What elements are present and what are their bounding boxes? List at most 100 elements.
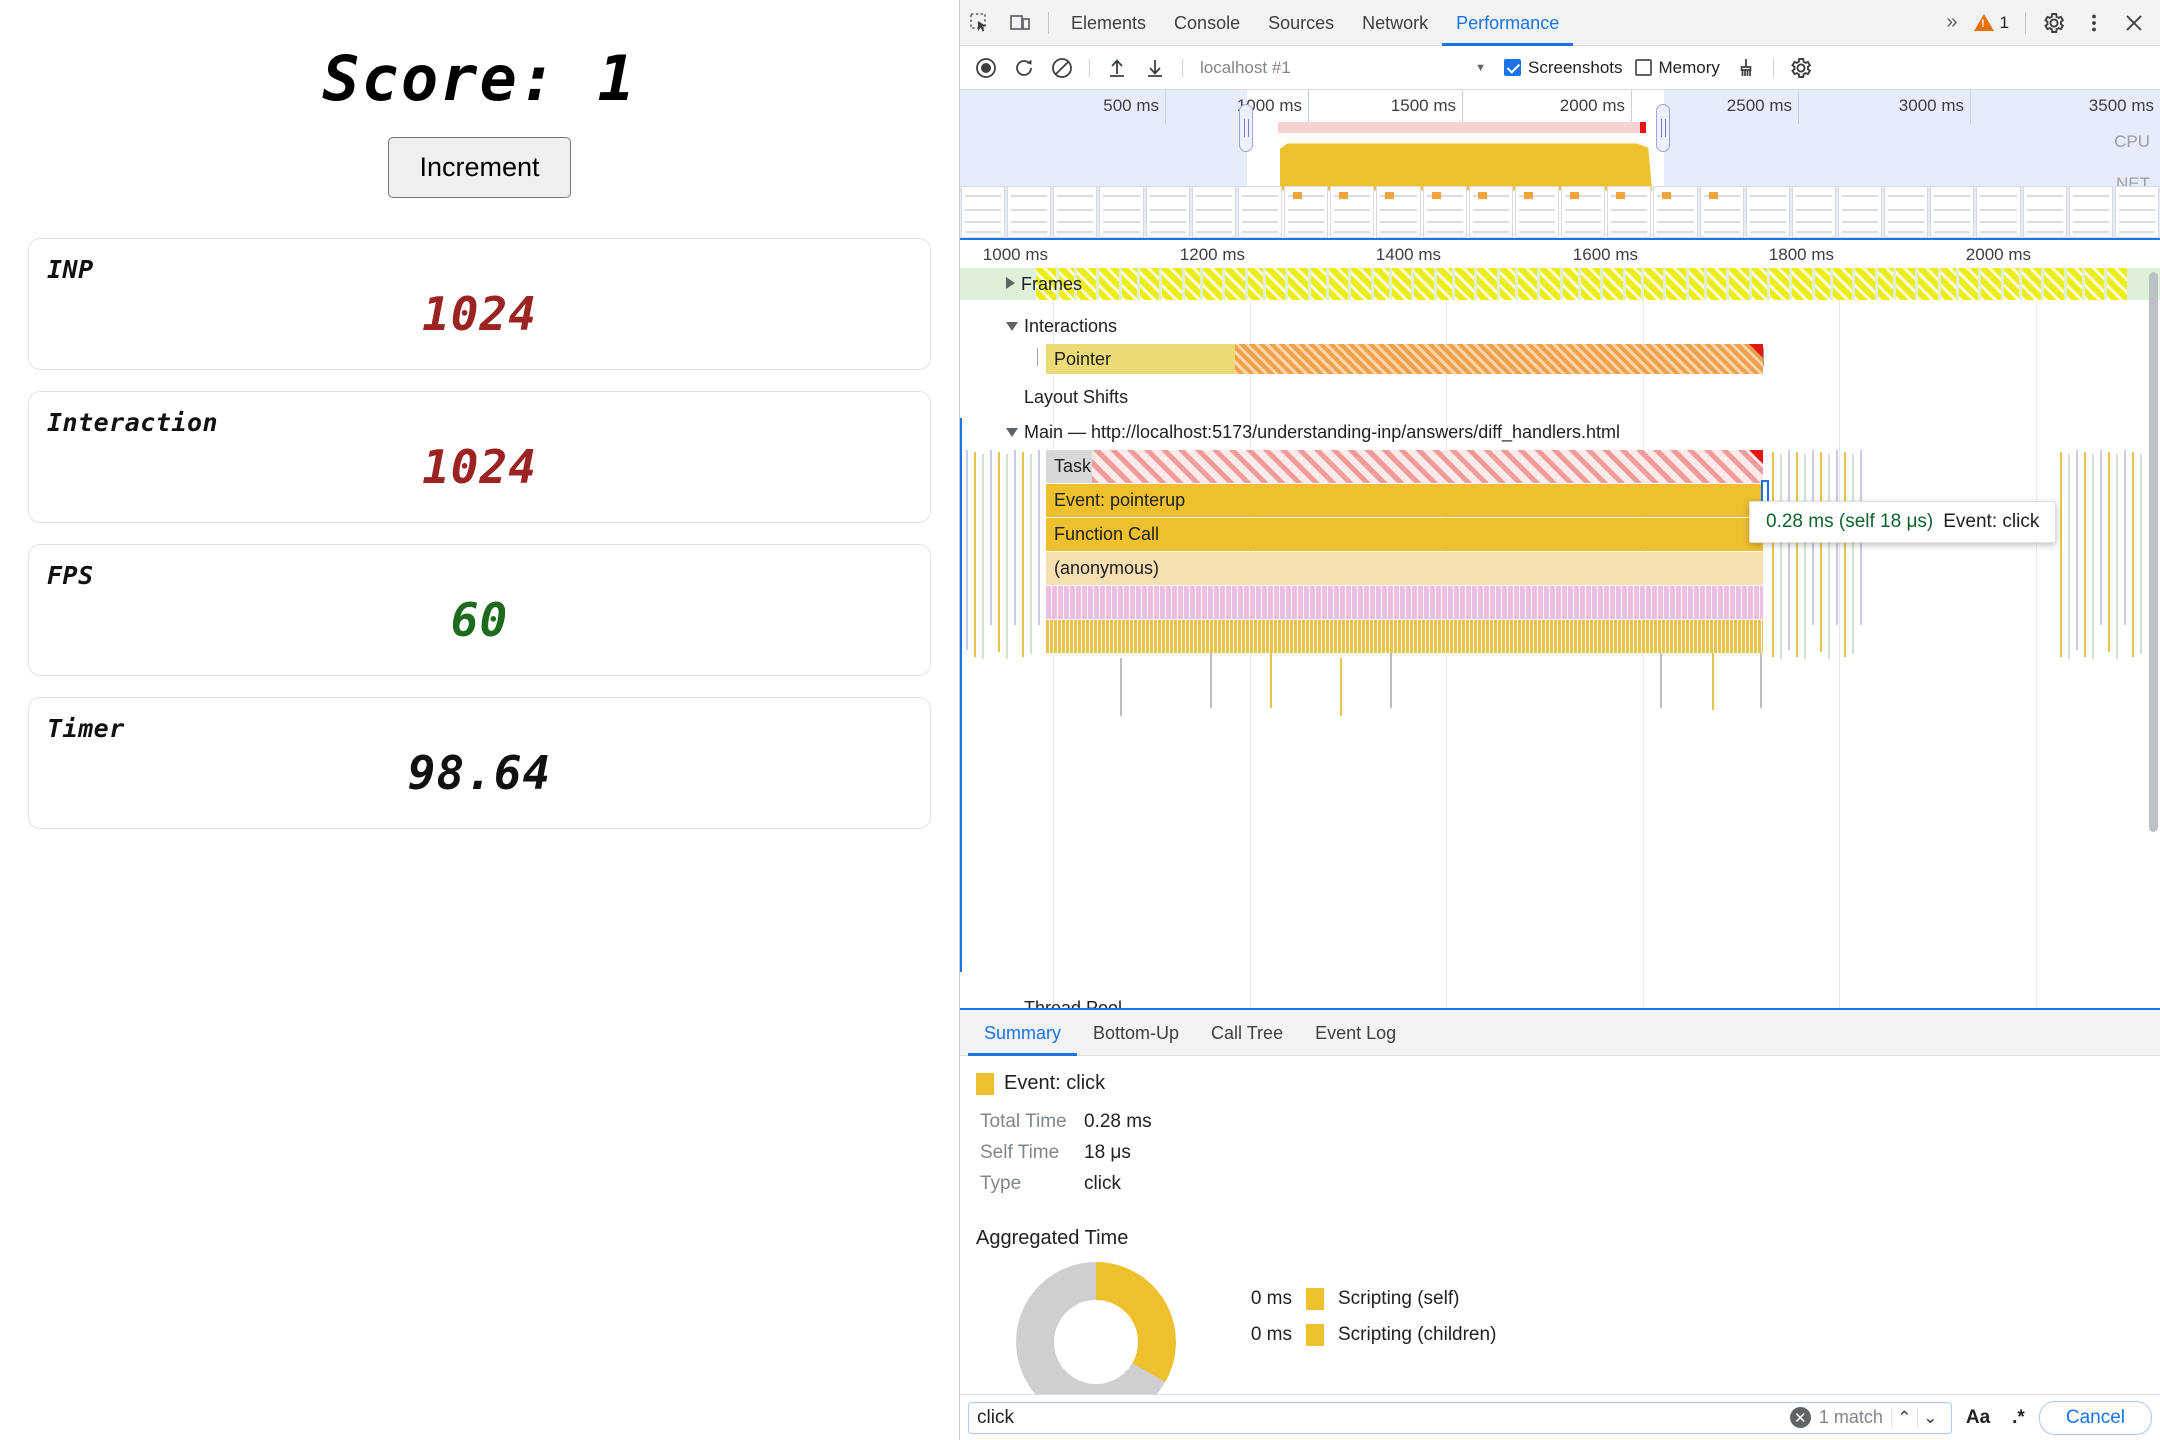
- frame-cell[interactable]: [2044, 268, 2064, 300]
- record-circle-icon[interactable]: [968, 52, 1004, 84]
- frame-cell[interactable]: [1959, 268, 1978, 300]
- tab-performance[interactable]: Performance: [1442, 0, 1573, 46]
- frame-cell[interactable]: [1351, 268, 1371, 300]
- overview-range-handle-right[interactable]: [1656, 104, 1670, 152]
- match-case-toggle[interactable]: Aa: [1958, 1407, 1998, 1429]
- frame-cell[interactable]: [1455, 268, 1474, 300]
- flame-bar-function-call[interactable]: Function Call: [1046, 518, 1763, 551]
- cancel-search-button[interactable]: Cancel: [2038, 1400, 2152, 1435]
- filmstrip-thumbnail[interactable]: [1284, 186, 1329, 238]
- frame-cell[interactable]: [1122, 268, 1137, 300]
- frame-cell[interactable]: [1162, 268, 1182, 300]
- track-title-frames[interactable]: Frames: [1006, 274, 1082, 295]
- frame-cell[interactable]: [1329, 268, 1348, 300]
- interaction-pointer-hatch[interactable]: [1235, 344, 1763, 374]
- filmstrip-thumbnail[interactable]: [1330, 186, 1375, 238]
- filmstrip-thumbnail[interactable]: [1099, 186, 1144, 238]
- reload-record-icon[interactable]: [1006, 52, 1042, 84]
- filmstrip-thumbnail[interactable]: [1837, 186, 1883, 238]
- filmstrip-thumbnail[interactable]: [2114, 186, 2160, 238]
- filmstrip-thumbnail[interactable]: [1145, 186, 1190, 238]
- frame-cell[interactable]: [1581, 268, 1600, 300]
- chevron-double-right-icon[interactable]: »: [1938, 11, 1965, 34]
- frame-cell[interactable]: [1374, 268, 1389, 300]
- scrollbar-thumb[interactable]: [2149, 272, 2158, 832]
- tab-bottom-up[interactable]: Bottom-Up: [1077, 1010, 1195, 1056]
- tab-sources[interactable]: Sources: [1254, 0, 1348, 46]
- tab-console[interactable]: Console: [1160, 0, 1254, 46]
- tab-network[interactable]: Network: [1348, 0, 1442, 46]
- frame-cell[interactable]: [1981, 268, 2001, 300]
- frame-cell[interactable]: [1603, 268, 1623, 300]
- frame-cell[interactable]: [1185, 268, 1200, 300]
- frame-cell[interactable]: [1644, 268, 1663, 300]
- screenshots-checkbox[interactable]: Screenshots: [1504, 58, 1623, 78]
- frame-cell[interactable]: [1770, 268, 1789, 300]
- close-icon[interactable]: [2114, 6, 2154, 40]
- frame-cell[interactable]: [1666, 268, 1686, 300]
- frame-cell[interactable]: [1815, 268, 1830, 300]
- filmstrip-thumbnail[interactable]: [1884, 186, 1929, 238]
- frame-cell[interactable]: [2107, 268, 2127, 300]
- track-title-layout-shifts[interactable]: Layout Shifts: [1024, 387, 1128, 408]
- track-title-interactions[interactable]: Interactions: [1006, 316, 1117, 337]
- timeline-overview[interactable]: 500 ms 1000 ms 1500 ms 2000 ms 2500 ms 3…: [960, 90, 2160, 240]
- filmstrip-thumbnail[interactable]: [1237, 186, 1283, 238]
- upload-profile-icon[interactable]: [1099, 52, 1135, 84]
- tab-event-log[interactable]: Event Log: [1299, 1010, 1412, 1056]
- frame-cell[interactable]: [1099, 268, 1119, 300]
- frame-cell[interactable]: [1518, 268, 1537, 300]
- filmstrip-thumbnail[interactable]: [1791, 186, 1836, 238]
- frame-cell[interactable]: [1414, 268, 1434, 300]
- collect-garbage-icon[interactable]: [1728, 52, 1764, 84]
- flame-bar-task-label[interactable]: Task: [1046, 450, 1092, 483]
- clear-search-icon[interactable]: ✕: [1789, 1407, 1811, 1428]
- tab-summary[interactable]: Summary: [968, 1010, 1077, 1056]
- capture-settings-gear-icon[interactable]: [1783, 52, 1819, 84]
- session-selector[interactable]: localhost #1 ▼: [1192, 58, 1492, 78]
- frame-cell[interactable]: [1833, 268, 1852, 300]
- filmstrip-thumbnail[interactable]: [1053, 186, 1098, 238]
- filmstrip-thumbnail[interactable]: [1607, 186, 1652, 238]
- frame-cell[interactable]: [1855, 268, 1875, 300]
- frame-cell[interactable]: [1311, 268, 1326, 300]
- frame-cell[interactable]: [1752, 268, 1767, 300]
- filmstrip-thumbnail[interactable]: [1653, 186, 1698, 238]
- warning-count-badge[interactable]: 1: [1966, 13, 2017, 33]
- flame-bar-anonymous[interactable]: (anonymous): [1046, 552, 1763, 585]
- filmstrip-thumbnail[interactable]: [1561, 186, 1606, 238]
- frame-cell[interactable]: [1225, 268, 1245, 300]
- frame-cell[interactable]: [2004, 268, 2019, 300]
- overview-range-handle-left[interactable]: [1239, 104, 1253, 152]
- tab-elements[interactable]: Elements: [1057, 0, 1160, 46]
- filmstrip-thumbnail[interactable]: [1930, 186, 1975, 238]
- regex-toggle[interactable]: .*: [2004, 1407, 2033, 1429]
- frame-cell[interactable]: [1707, 268, 1726, 300]
- filmstrip-thumbnail[interactable]: [1976, 186, 2021, 238]
- device-toolbar-icon[interactable]: [1000, 6, 1040, 40]
- frame-cell[interactable]: [1896, 268, 1915, 300]
- frame-cell[interactable]: [1437, 268, 1452, 300]
- increment-button[interactable]: Increment: [388, 137, 571, 198]
- frame-cell[interactable]: [1477, 268, 1497, 300]
- tab-call-tree[interactable]: Call Tree: [1195, 1010, 1299, 1056]
- filmstrip-thumbnail[interactable]: [1514, 186, 1560, 238]
- filmstrip-thumbnail[interactable]: [2022, 186, 2067, 238]
- frame-cell[interactable]: [1941, 268, 1956, 300]
- filmstrip-thumbnail[interactable]: [1376, 186, 1421, 238]
- frame-cell[interactable]: [2022, 268, 2041, 300]
- chevron-down-icon[interactable]: ⌄: [1916, 1407, 1943, 1428]
- gear-icon[interactable]: [2034, 6, 2074, 40]
- frame-cell[interactable]: [1918, 268, 1938, 300]
- frame-cell[interactable]: [1729, 268, 1749, 300]
- frame-cell[interactable]: [1140, 268, 1159, 300]
- download-profile-icon[interactable]: [1137, 52, 1173, 84]
- frame-cell[interactable]: [1540, 268, 1560, 300]
- memory-checkbox[interactable]: Memory: [1634, 58, 1720, 78]
- interaction-pointer-bar[interactable]: Pointer: [1046, 344, 1235, 374]
- flame-bar-event-pointerup[interactable]: Event: pointerup: [1046, 484, 1763, 517]
- filmstrip-thumbnail[interactable]: [1422, 186, 1467, 238]
- frame-cell[interactable]: [2067, 268, 2082, 300]
- filmstrip-thumbnail[interactable]: [961, 186, 1006, 238]
- track-title-thread-pool[interactable]: Thread Pool: [1024, 998, 1122, 1008]
